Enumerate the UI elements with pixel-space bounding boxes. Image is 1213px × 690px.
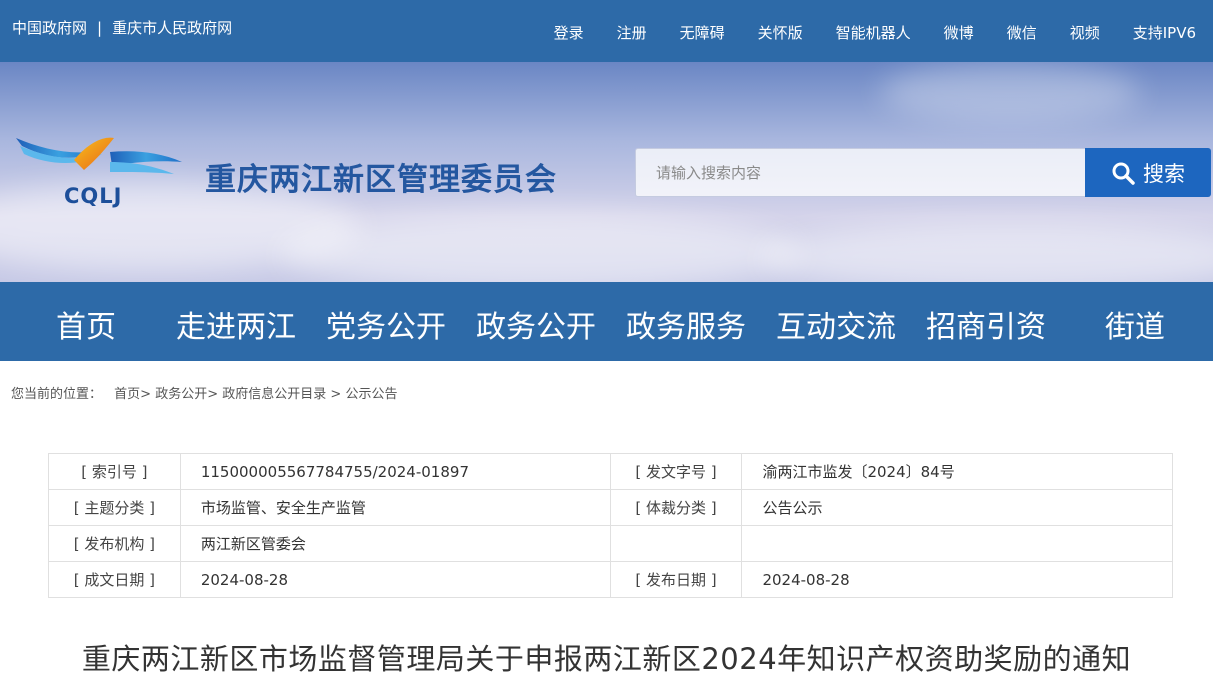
main-nav: 首页 走进两江 党务公开 政务公开 政务服务 互动交流 招商引资 街道 [0,282,1213,361]
genre-value: 公告公示 [741,489,1173,526]
breadcrumb-item-catalog[interactable]: 政府信息公开目录 [222,387,326,402]
elderly-mode-link[interactable]: 关怀版 [758,22,803,43]
nav-item-gov-affairs[interactable]: 政务公开 [476,302,596,346]
created-date-label: [ 成文日期 ] [48,561,181,598]
weibo-link[interactable]: 微博 [944,22,974,43]
cloud-decoration [280,212,800,282]
cloud-decoration [760,222,1213,282]
issuer-label: [ 发布机构 ] [48,525,181,562]
nav-item-about[interactable]: 走进两江 [176,302,296,346]
search-icon [1112,162,1135,185]
site-logo[interactable]: CQLJ [14,132,184,212]
published-date-label: [ 发布日期 ] [609,561,743,598]
accessibility-link[interactable]: 无障碍 [680,22,725,43]
published-date-value: 2024-08-28 [741,561,1173,598]
header-banner: CQLJ 重庆两江新区管理委员会 搜索 [0,62,1213,282]
ipv6-link[interactable]: 支持IPV6 [1133,22,1196,43]
top-bar-left: 中国政府网 | 重庆市人民政府网 [12,17,232,38]
document-title: 重庆两江新区市场监督管理局关于申报两江新区2024年知识产权资助奖励的通知 [81,642,1132,676]
created-date-value: 2024-08-28 [179,561,611,598]
register-link[interactable]: 注册 [617,22,647,43]
table-row: [ 索引号 ] 115000005567784755/2024-01897 [ … [48,453,1173,490]
index-value: 115000005567784755/2024-01897 [179,453,611,490]
breadcrumb-separator: > [326,387,346,402]
breadcrumb-prefix: 您当前的位置： [11,387,103,402]
docno-value: 渝两江市监发〔2024〕84号 [741,453,1173,490]
search-button[interactable]: 搜索 [1085,148,1211,197]
logo-emblem-icon [16,137,182,174]
video-link[interactable]: 视频 [1070,22,1100,43]
top-bar-right: 登录 注册 无障碍 关怀版 智能机器人 微博 微信 视频 支持IPV6 [521,22,1196,43]
breadcrumb-item-notices[interactable]: 公示公告 [345,387,397,402]
top-bar: 中国政府网 | 重庆市人民政府网 登录 注册 无障碍 关怀版 智能机器人 微博 … [0,0,1213,62]
table-row: [ 发布机构 ] 两江新区管委会 [48,525,1173,562]
breadcrumb-item-home[interactable]: 首页 [114,387,140,402]
table-row: [ 成文日期 ] 2024-08-28 [ 发布日期 ] 2024-08-28 [48,561,1173,598]
index-label: [ 索引号 ] [48,453,181,490]
breadcrumb-item-gov-affairs[interactable]: 政务公开 [155,387,207,402]
nav-item-gov-services[interactable]: 政务服务 [626,302,746,346]
search-button-label: 搜索 [1143,161,1185,186]
empty-cell [741,525,1173,562]
link-china-gov[interactable]: 中国政府网 [12,17,87,38]
nav-item-investment[interactable]: 招商引资 [926,302,1046,346]
docno-label: [ 发文字号 ] [609,453,743,490]
table-row: [ 主题分类 ] 市场监管、安全生产监管 [ 体裁分类 ] 公告公示 [48,489,1173,526]
logo-text: CQLJ [64,184,123,208]
site-title: 重庆两江新区管理委员会 [205,162,557,198]
breadcrumb-separator: > [140,387,156,402]
cloud-decoration [880,62,1140,122]
nav-item-home[interactable]: 首页 [56,302,116,346]
search-input[interactable] [635,148,1085,197]
topic-value: 市场监管、安全生产监管 [179,489,611,526]
issuer-value: 两江新区管委会 [179,525,611,562]
login-link[interactable]: 登录 [554,22,584,43]
wechat-link[interactable]: 微信 [1007,22,1037,43]
robot-link[interactable]: 智能机器人 [836,22,911,43]
nav-item-party-affairs[interactable]: 党务公开 [326,302,446,346]
empty-cell [609,525,743,562]
genre-label: [ 体裁分类 ] [609,489,743,526]
document-info-table: [ 索引号 ] 115000005567784755/2024-01897 [ … [48,453,1173,598]
breadcrumb-separator: > [207,387,223,402]
topic-label: [ 主题分类 ] [48,489,181,526]
nav-item-interaction[interactable]: 互动交流 [776,302,896,346]
top-bar-separator: | [97,18,103,37]
link-chongqing-gov[interactable]: 重庆市人民政府网 [112,17,232,38]
breadcrumb: 您当前的位置： 首页> 政务公开> 政府信息公开目录 > 公示公告 [11,383,397,402]
nav-item-streets[interactable]: 街道 [1105,302,1165,346]
